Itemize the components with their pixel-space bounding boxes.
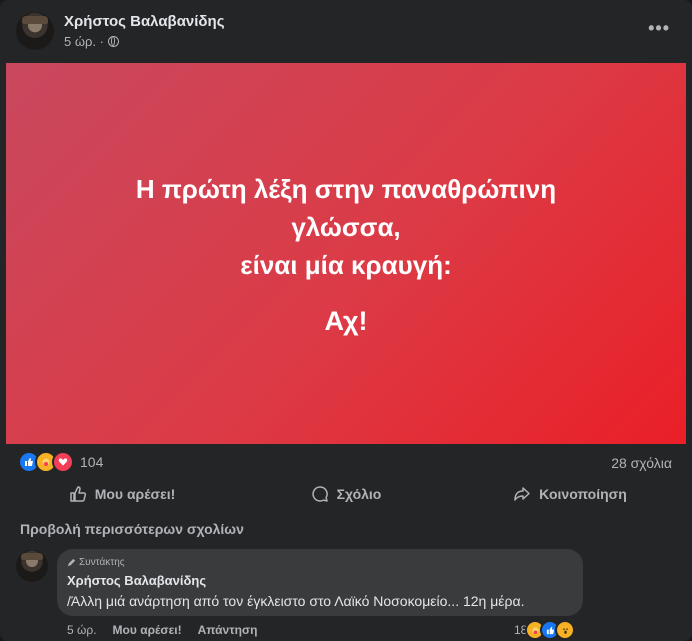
wow-icon	[555, 620, 576, 640]
comment-reactions[interactable]: 18	[514, 620, 576, 640]
post-actions: Μου αρέσει! Σχόλιο Κοινοποίηση	[10, 478, 682, 510]
share-button[interactable]: Κοινοποίηση	[458, 478, 682, 510]
author-badge-label: Συντάκτης	[79, 557, 125, 568]
author-badge: Συντάκτης	[67, 557, 125, 568]
post-card: Χρήστος Βαλαβανίδης 5 ώρ. · ••• Η πρώτη …	[0, 0, 692, 641]
share-label: Κοινοποίηση	[539, 486, 627, 502]
comment-like-button[interactable]: Μου αρέσει!	[113, 623, 182, 637]
commenter-name[interactable]: Χρήστος Βαλαβανίδης	[67, 573, 206, 588]
comment-text: /Άλλη μιά ανάρτηση από τον έγκλειστο στο…	[67, 593, 525, 609]
reactions-summary[interactable]: 104	[18, 451, 103, 473]
post-banner[interactable]: Η πρώτη λέξη στην παναθρώπινη γλώσσα, εί…	[6, 63, 686, 444]
comments-count[interactable]: 28 σχόλια	[611, 455, 672, 471]
banner-line-1: Η πρώτη λέξη στην παναθρώπινη γλώσσα,	[135, 174, 557, 242]
love-icon	[52, 451, 74, 473]
pencil-icon	[67, 558, 76, 567]
post-header: Χρήστος Βαλαβανίδης 5 ώρ. · •••	[16, 10, 676, 54]
thumbs-up-icon	[69, 486, 86, 502]
comment-button[interactable]: Σχόλιο	[234, 478, 458, 510]
view-more-comments-link[interactable]: Προβολή περισσότερων σχολίων	[20, 521, 244, 537]
share-icon	[514, 487, 530, 501]
like-button[interactable]: Μου αρέσει!	[10, 478, 234, 510]
more-options-button[interactable]: •••	[648, 18, 670, 39]
banner-line-2: είναι μία κραυγή:	[240, 250, 452, 280]
post-time[interactable]: 5 ώρ. ·	[64, 34, 104, 49]
globe-icon	[107, 36, 119, 47]
comment-bubble: Συντάκτης Χρήστος Βαλαβανίδης /Άλλη μιά …	[57, 549, 583, 616]
comment-label: Σχόλιο	[336, 486, 382, 502]
banner-line-3: Αχ!	[324, 306, 368, 336]
reaction-count: 104	[80, 454, 104, 470]
comment-time[interactable]: 5 ώρ.	[67, 623, 97, 637]
author-avatar[interactable]	[16, 12, 54, 50]
post-meta: 5 ώρ. ·	[64, 34, 119, 49]
commenter-avatar[interactable]	[16, 550, 48, 582]
like-label: Μου αρέσει!	[94, 486, 176, 502]
comment-icon	[311, 486, 328, 502]
author-name[interactable]: Χρήστος Βαλαβανίδης	[64, 13, 225, 30]
comment-meta: 5 ώρ. Μου αρέσει! Απάντηση	[67, 623, 257, 637]
comment-reply-button[interactable]: Απάντηση	[198, 623, 258, 637]
